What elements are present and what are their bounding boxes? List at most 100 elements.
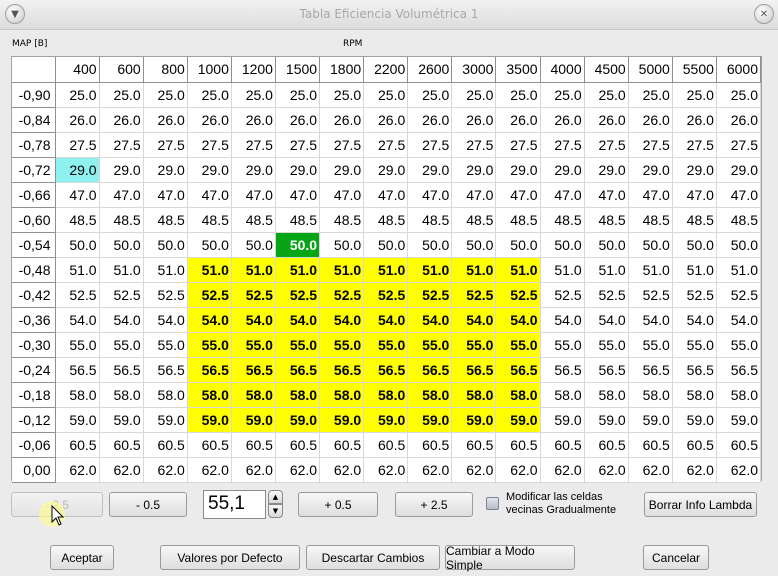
table-cell[interactable]: 56.5 — [187, 357, 232, 383]
table-cell[interactable]: 55.0 — [716, 332, 762, 358]
table-cell[interactable]: 51.0 — [55, 257, 100, 283]
table-cell[interactable]: 51.0 — [187, 257, 232, 283]
table-cell[interactable]: 25.0 — [55, 82, 100, 108]
table-cell[interactable]: 54.0 — [275, 307, 321, 333]
plus-2-5-button[interactable]: + 2.5 — [395, 492, 473, 517]
table-cell[interactable]: 47.0 — [363, 182, 409, 208]
table-cell[interactable]: 27.5 — [407, 132, 453, 158]
table-cell[interactable]: 60.5 — [540, 432, 585, 458]
table-cell[interactable]: 51.0 — [363, 257, 409, 283]
table-cell[interactable]: 47.0 — [584, 182, 629, 208]
table-cell[interactable]: 48.5 — [319, 207, 365, 233]
table-cell[interactable]: 52.5 — [672, 282, 717, 308]
table-cell[interactable]: 47.0 — [187, 182, 232, 208]
table-cell[interactable]: 27.5 — [275, 132, 321, 158]
table-cell[interactable]: 50.0 — [363, 232, 409, 258]
table-cell[interactable]: 55.0 — [407, 332, 453, 358]
table-cell[interactable]: 25.0 — [540, 82, 585, 108]
table-cell[interactable]: 60.5 — [407, 432, 453, 458]
clear-lambda-button[interactable]: Borrar Info Lambda — [644, 492, 757, 517]
table-cell[interactable]: 59.0 — [275, 407, 321, 433]
table-cell[interactable]: 60.5 — [584, 432, 629, 458]
table-cell[interactable]: 48.5 — [451, 207, 497, 233]
table-cell[interactable]: 50.0 — [407, 232, 453, 258]
table-cell[interactable]: 55.0 — [451, 332, 497, 358]
table-cell[interactable]: 60.5 — [628, 432, 673, 458]
table-cell[interactable]: 29.0 — [319, 157, 365, 183]
table-cell[interactable]: 60.5 — [143, 432, 188, 458]
table-cell[interactable]: 29.0 — [584, 157, 629, 183]
table-cell[interactable]: 51.0 — [143, 257, 188, 283]
table-cell[interactable]: 58.0 — [495, 382, 541, 408]
table-cell[interactable]: 52.5 — [55, 282, 100, 308]
table-cell[interactable]: 29.0 — [451, 157, 497, 183]
table-cell[interactable]: 26.0 — [99, 107, 144, 133]
table-cell[interactable]: 25.0 — [187, 82, 232, 108]
table-cell[interactable]: 47.0 — [451, 182, 497, 208]
table-cell[interactable]: 47.0 — [407, 182, 453, 208]
table-cell[interactable]: 29.0 — [495, 157, 541, 183]
table-cell[interactable]: 62.0 — [143, 457, 188, 483]
table-cell[interactable]: 48.5 — [363, 207, 409, 233]
table-cell[interactable]: 59.0 — [187, 407, 232, 433]
table-cell[interactable]: 26.0 — [231, 107, 276, 133]
table-cell[interactable]: 62.0 — [451, 457, 497, 483]
table-cell[interactable]: 48.5 — [99, 207, 144, 233]
table-cell[interactable]: 52.5 — [451, 282, 497, 308]
decrement-spin-button[interactable]: ▼ — [268, 504, 283, 518]
table-cell[interactable]: 29.0 — [716, 157, 762, 183]
table-cell[interactable]: 60.5 — [451, 432, 497, 458]
table-cell[interactable]: 54.0 — [716, 307, 762, 333]
table-cell[interactable]: 50.0 — [319, 232, 365, 258]
table-cell[interactable]: 50.0 — [187, 232, 232, 258]
table-cell[interactable]: 56.5 — [584, 357, 629, 383]
table-cell[interactable]: 26.0 — [363, 107, 409, 133]
table-cell[interactable]: 58.0 — [363, 382, 409, 408]
table-cell[interactable]: 52.5 — [99, 282, 144, 308]
table-cell[interactable]: 60.5 — [495, 432, 541, 458]
table-cell[interactable]: 56.5 — [407, 357, 453, 383]
cancel-button[interactable]: Cancelar — [643, 545, 709, 570]
minus-0-5-button[interactable]: - 0.5 — [109, 492, 187, 517]
table-cell[interactable]: 58.0 — [143, 382, 188, 408]
table-cell[interactable]: 55.0 — [275, 332, 321, 358]
table-cell[interactable]: 52.5 — [495, 282, 541, 308]
table-cell[interactable]: 52.5 — [231, 282, 276, 308]
table-cell[interactable]: 25.0 — [407, 82, 453, 108]
table-cell[interactable]: 51.0 — [628, 257, 673, 283]
table-cell[interactable]: 60.5 — [319, 432, 365, 458]
table-cell[interactable]: 58.0 — [231, 382, 276, 408]
table-cell[interactable]: 29.0 — [540, 157, 585, 183]
table-cell[interactable]: 59.0 — [584, 407, 629, 433]
table-cell[interactable]: 62.0 — [495, 457, 541, 483]
table-cell[interactable]: 59.0 — [540, 407, 585, 433]
table-cell[interactable]: 27.5 — [540, 132, 585, 158]
table-cell[interactable]: 50.0 — [231, 232, 276, 258]
table-cell[interactable]: 29.0 — [275, 157, 321, 183]
table-cell[interactable]: 52.5 — [584, 282, 629, 308]
table-cell[interactable]: 26.0 — [628, 107, 673, 133]
table-cell[interactable]: 51.0 — [495, 257, 541, 283]
table-cell[interactable]: 58.0 — [187, 382, 232, 408]
table-cell[interactable]: 27.5 — [143, 132, 188, 158]
table-cell[interactable]: 29.0 — [363, 157, 409, 183]
table-cell[interactable]: 48.5 — [672, 207, 717, 233]
table-cell[interactable]: 51.0 — [672, 257, 717, 283]
table-cell[interactable]: 26.0 — [451, 107, 497, 133]
table-cell[interactable]: 50.0 — [540, 232, 585, 258]
table-cell[interactable]: 59.0 — [451, 407, 497, 433]
table-cell[interactable]: 47.0 — [672, 182, 717, 208]
table-cell[interactable]: 60.5 — [716, 432, 762, 458]
table-cell[interactable]: 26.0 — [540, 107, 585, 133]
table-cell[interactable]: 50.0 — [55, 232, 100, 258]
table-cell[interactable]: 56.5 — [716, 357, 762, 383]
table-cell[interactable]: 48.5 — [275, 207, 321, 233]
table-cell[interactable]: 52.5 — [363, 282, 409, 308]
table-cell[interactable]: 25.0 — [275, 82, 321, 108]
table-cell[interactable]: 56.5 — [672, 357, 717, 383]
increment-spin-button[interactable]: ▲ — [268, 490, 283, 504]
table-cell[interactable]: 48.5 — [143, 207, 188, 233]
table-cell[interactable]: 62.0 — [363, 457, 409, 483]
simple-mode-button[interactable]: Cambiar a Modo Simple — [445, 544, 575, 572]
table-cell[interactable]: 55.0 — [55, 332, 100, 358]
